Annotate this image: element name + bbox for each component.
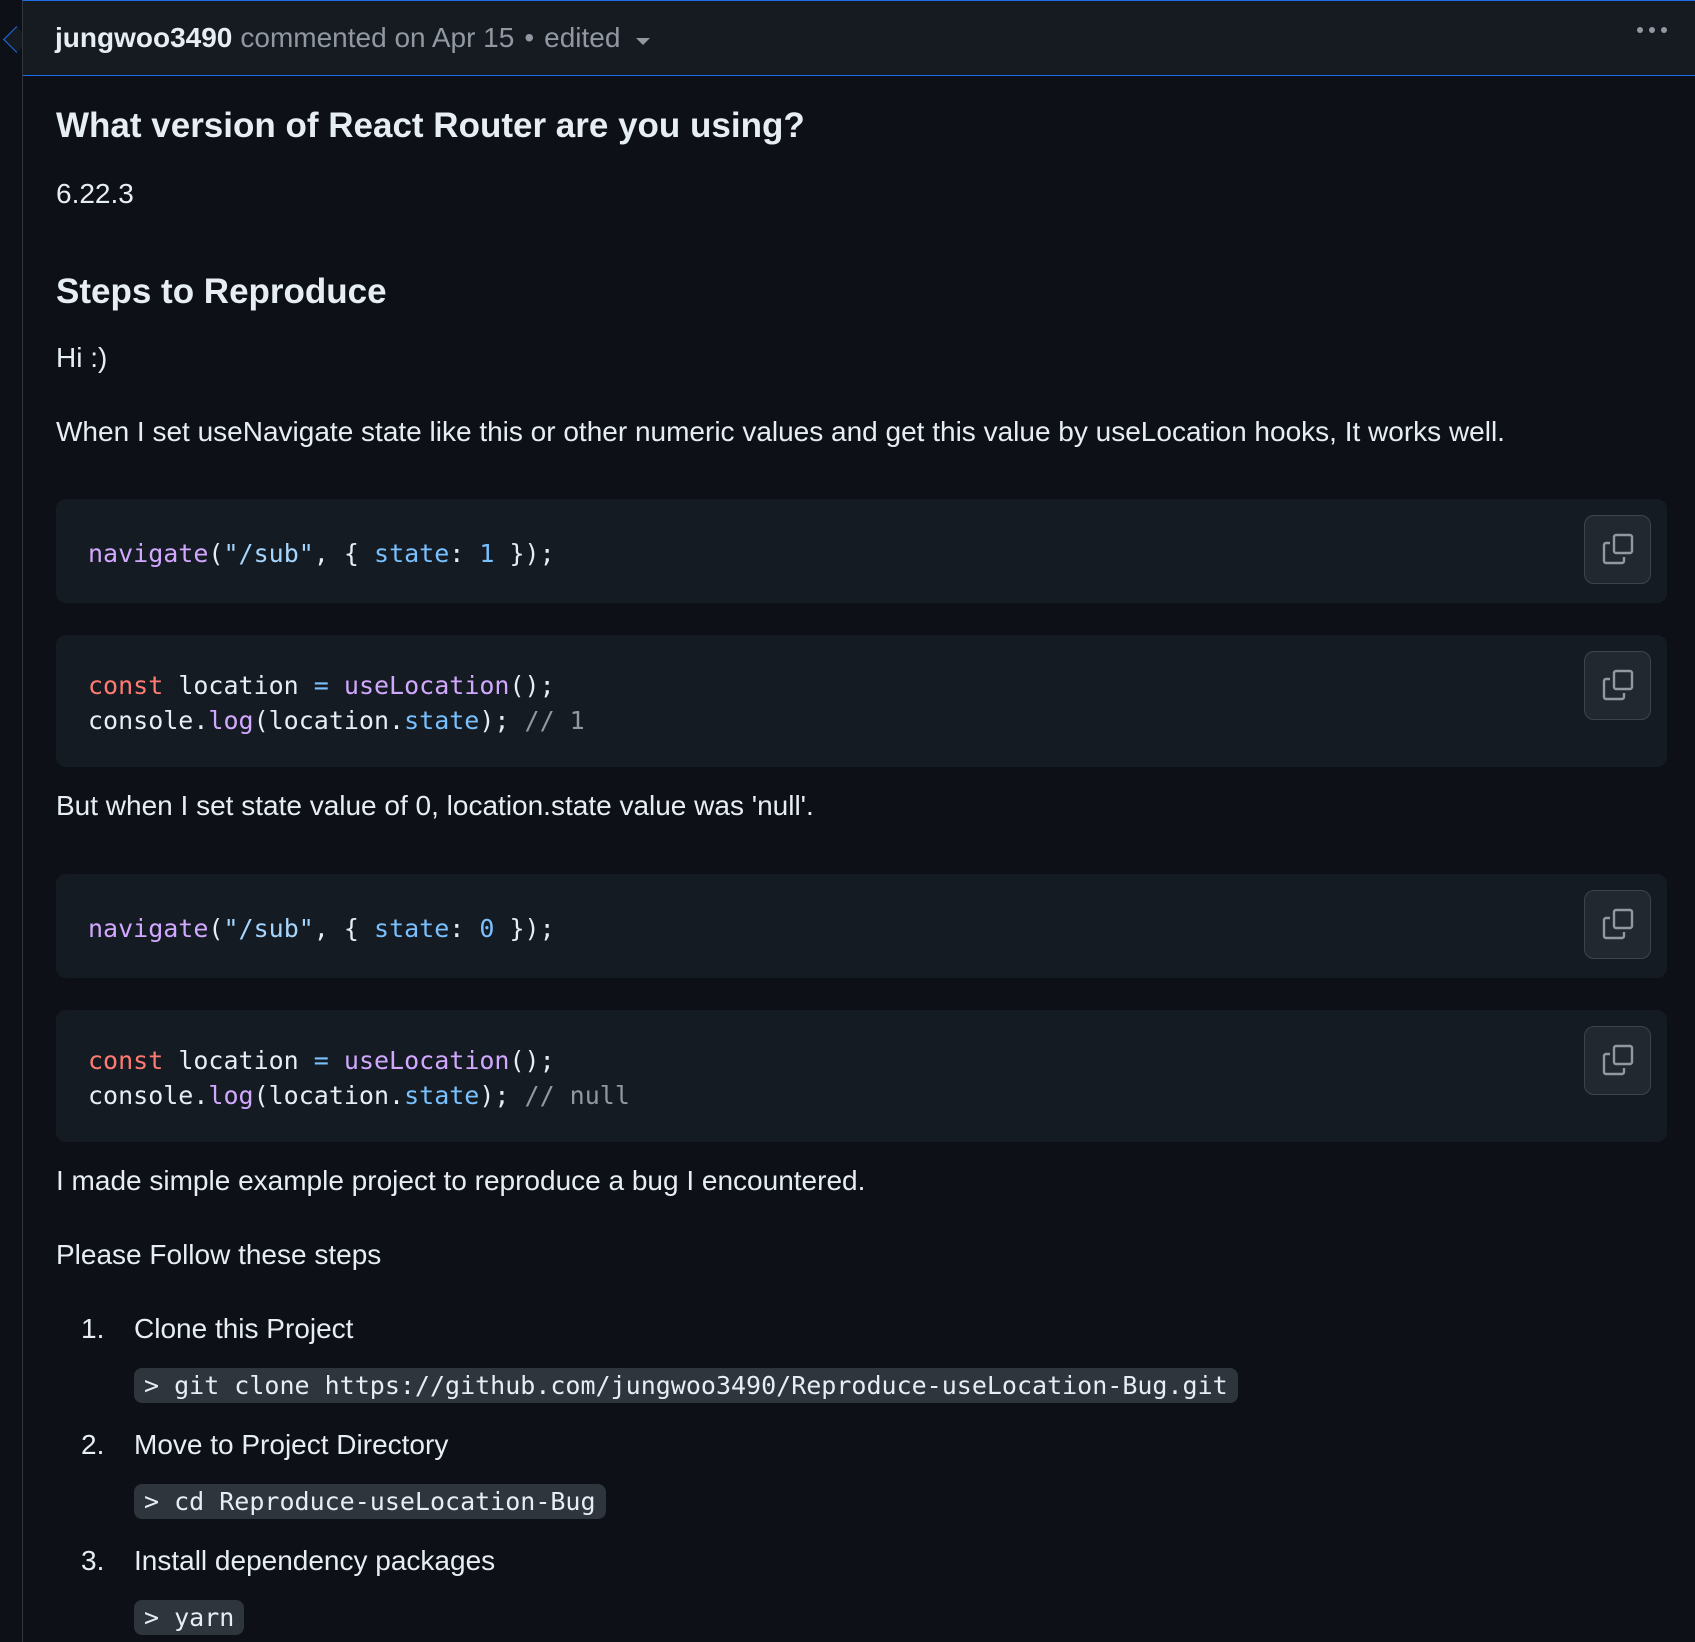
code-token: "/sub" <box>223 913 314 943</box>
list-label: Clone this Project <box>134 1313 354 1344</box>
code-token: // null <box>524 1081 630 1110</box>
code-text: navigate("/sub", { state: 1 }); <box>88 499 1667 571</box>
code-token: (location. <box>253 706 405 735</box>
code-token: "/sub" <box>223 538 314 568</box>
code-line: navigate("/sub", { state: 0 }); <box>88 911 1667 946</box>
code-token: : <box>449 538 480 568</box>
comment-header: jungwoo3490 commented on Apr 15 • edited <box>23 1 1695 76</box>
code-line: navigate("/sub", { state: 1 }); <box>88 536 1667 571</box>
code-token: (); <box>509 671 555 700</box>
code-token: location <box>163 1046 314 1075</box>
author-link[interactable]: jungwoo3490 <box>55 22 232 54</box>
example-text: I made simple example project to reprodu… <box>56 1165 866 1196</box>
separator-dot: • <box>524 22 535 53</box>
kebab-horizontal-icon[interactable] <box>1637 27 1667 33</box>
copy-button[interactable] <box>1584 1026 1651 1095</box>
edited-label: edited <box>544 22 621 53</box>
code-block: const location = useLocation(); console.l… <box>56 635 1667 767</box>
version-text: 6.22.3 <box>56 178 134 209</box>
code-token: (location. <box>253 1081 405 1110</box>
list-number: 3. <box>81 1545 105 1576</box>
code-token: (); <box>509 1046 555 1075</box>
inline-code: > cd Reproduce-useLocation-Bug <box>134 1484 606 1519</box>
code-token: console. <box>88 706 209 735</box>
code-token: const <box>88 671 164 700</box>
code-token: useLocation <box>343 671 510 700</box>
copy-button[interactable] <box>1584 651 1651 720</box>
code-token: }); <box>494 538 555 568</box>
triangle-down-icon <box>636 37 651 45</box>
code-block: navigate("/sub", { state: 1 }); <box>56 499 1667 603</box>
code-token: useLocation <box>343 1046 510 1075</box>
code-block: navigate("/sub", { state: 0 }); <box>56 874 1667 978</box>
copy-button[interactable] <box>1584 890 1651 959</box>
code-token: log <box>208 706 254 735</box>
code-line: console.log(location.state); // 1 <box>88 703 1667 738</box>
code-token: navigate <box>88 913 209 943</box>
code-token: log <box>208 1081 254 1110</box>
comment-timestamp[interactable]: commented on Apr 15 <box>240 22 514 54</box>
code-token: , { <box>313 913 375 943</box>
code-token: 0 <box>479 913 495 943</box>
but-text: But when I set state value of 0, locatio… <box>56 790 814 821</box>
intro-text: When I set useNavigate state like this o… <box>56 416 1505 447</box>
copy-button[interactable] <box>1584 515 1651 584</box>
code-token: : <box>449 913 480 943</box>
code-token: navigate <box>88 538 209 568</box>
list-label: Install dependency packages <box>134 1545 496 1576</box>
code-token: ); <box>479 706 525 735</box>
code-token: = <box>313 671 329 700</box>
greeting-text: Hi :) <box>56 342 108 373</box>
code-line: const location = useLocation(); <box>88 668 1667 703</box>
code-token: , { <box>313 538 375 568</box>
code-token: 1 <box>479 538 495 568</box>
code-token: ); <box>479 1081 525 1110</box>
code-token: ( <box>208 913 224 943</box>
code-token: state <box>404 706 480 735</box>
follow-text: Please Follow these steps <box>56 1239 382 1270</box>
list-number: 1. <box>81 1313 105 1344</box>
code-line: const location = useLocation(); <box>88 1043 1667 1078</box>
edited-dropdown[interactable]: edited <box>544 22 651 54</box>
list-label: Move to Project Directory <box>134 1429 449 1460</box>
code-token: location <box>163 671 314 700</box>
inline-code: > yarn <box>134 1600 245 1635</box>
code-token: state <box>374 538 450 568</box>
list-number: 2. <box>81 1429 105 1460</box>
code-text: navigate("/sub", { state: 0 }); <box>88 874 1667 946</box>
code-token: state <box>374 913 450 943</box>
code-token: = <box>313 1046 329 1075</box>
code-line: console.log(location.state); // null <box>88 1078 1667 1113</box>
code-token: const <box>88 1046 164 1075</box>
code-block: const location = useLocation(); console.l… <box>56 1010 1667 1142</box>
code-token: ( <box>208 538 224 568</box>
heading-steps: Steps to Reproduce <box>56 272 387 311</box>
inline-code: > git clone https://github.com/jungwoo34… <box>134 1368 1238 1403</box>
code-text: const location = useLocation(); console.l… <box>88 1010 1667 1113</box>
code-token: }); <box>494 913 555 943</box>
code-token: // 1 <box>524 706 585 735</box>
code-text: const location = useLocation(); console.l… <box>88 635 1667 738</box>
heading-version: What version of React Router are you usi… <box>56 106 805 145</box>
code-token: console. <box>88 1081 209 1110</box>
comment-box: jungwoo3490 commented on Apr 15 • edited… <box>22 0 1695 1642</box>
code-token: state <box>404 1081 480 1110</box>
